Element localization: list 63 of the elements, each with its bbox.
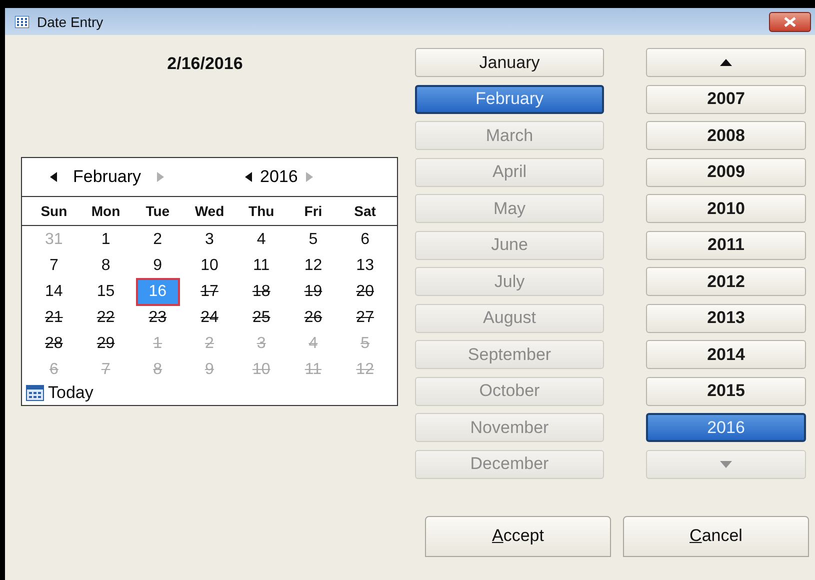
weekday-header: Sat xyxy=(353,203,377,219)
day-cell[interactable]: 23 xyxy=(144,306,171,330)
year-button[interactable]: 2013 xyxy=(646,304,806,332)
year-button[interactable]: 2016 xyxy=(646,413,806,442)
day-cell[interactable]: 28 xyxy=(41,332,67,356)
day-cell[interactable]: 22 xyxy=(92,306,119,330)
day-cell[interactable]: 3 xyxy=(201,228,218,252)
weekday-header: Wed xyxy=(194,203,226,219)
window-title: Date Entry xyxy=(37,14,104,30)
day-cell[interactable]: 10 xyxy=(196,254,222,278)
day-cell[interactable]: 12 xyxy=(300,254,326,278)
day-cell[interactable]: 20 xyxy=(352,280,378,304)
year-button[interactable]: 2014 xyxy=(646,340,806,369)
day-cell[interactable]: 15 xyxy=(92,280,119,304)
day-cell[interactable]: 27 xyxy=(352,306,378,330)
dialog-button[interactable]: Cancel xyxy=(623,516,809,556)
day-cell[interactable]: 29 xyxy=(92,332,119,356)
year-button[interactable]: 2015 xyxy=(646,376,806,406)
close-button[interactable] xyxy=(769,12,811,32)
day-cell[interactable]: 4 xyxy=(252,228,270,252)
previous-arrow-icon[interactable] xyxy=(50,172,57,182)
day-cell[interactable]: 14 xyxy=(41,280,67,304)
year-button[interactable]: 2012 xyxy=(646,267,806,296)
calendar-icon xyxy=(26,385,44,401)
day-cell[interactable]: 6 xyxy=(356,228,374,252)
weekday-header: Mon xyxy=(90,203,122,219)
today-link[interactable]: Today xyxy=(48,383,94,403)
year-button[interactable]: 2008 xyxy=(646,121,806,150)
year-button[interactable]: 2010 xyxy=(646,194,806,223)
year-button[interactable]: 2007 xyxy=(646,84,806,114)
dialog-button[interactable]: Accept xyxy=(425,516,611,556)
year-button[interactable]: 2009 xyxy=(646,158,806,186)
day-cell[interactable]: 13 xyxy=(352,254,378,278)
day-cell[interactable]: 1 xyxy=(97,228,114,252)
month-button[interactable]: February xyxy=(415,84,604,114)
month-button[interactable]: January xyxy=(415,48,604,77)
day-cell[interactable]: 24 xyxy=(196,306,222,330)
calendar-icon xyxy=(15,16,29,28)
scroll-up-button[interactable] xyxy=(646,48,806,77)
up-arrow-icon xyxy=(720,59,732,66)
weekday-header: Sun xyxy=(40,203,68,219)
day-cell[interactable]: 8 xyxy=(97,254,114,278)
weekday-header: Thu xyxy=(248,203,276,219)
year-button[interactable]: 2011 xyxy=(646,230,806,260)
day-cell[interactable]: 26 xyxy=(300,306,326,330)
day-cell[interactable]: 2 xyxy=(149,228,166,252)
year-label: 2016 xyxy=(260,167,298,187)
month-label: February xyxy=(73,167,142,187)
day-cell[interactable]: 25 xyxy=(248,306,274,330)
previous-arrow-icon[interactable] xyxy=(245,172,252,182)
close-icon xyxy=(784,16,796,26)
weekday-header: Fri xyxy=(303,203,324,219)
selected-date: 2/16/2016 xyxy=(167,54,243,74)
day-cell[interactable]: 21 xyxy=(41,306,67,330)
day-cell[interactable]: 9 xyxy=(149,254,166,278)
down-arrow-icon xyxy=(720,460,732,468)
day-cell[interactable]: 17 xyxy=(196,280,222,304)
day-cell[interactable]: 18 xyxy=(248,280,274,304)
day-cell[interactable]: 11 xyxy=(249,254,274,278)
day-cell[interactable]: 19 xyxy=(300,280,326,304)
weekday-header: Tue xyxy=(144,203,171,219)
day-cell[interactable]: 7 xyxy=(45,254,62,278)
day-cell[interactable]: 5 xyxy=(304,228,322,252)
